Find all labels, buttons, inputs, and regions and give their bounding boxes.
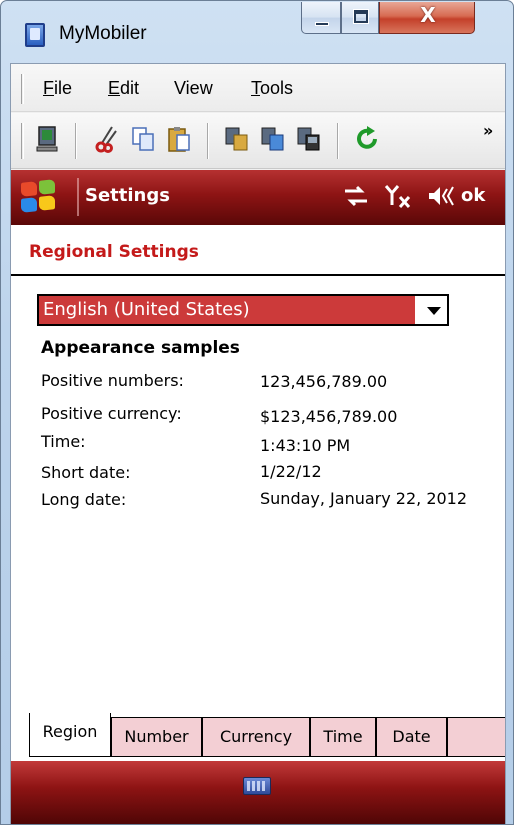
copy-from-device-button[interactable] bbox=[257, 125, 289, 157]
close-icon: X bbox=[420, 3, 436, 27]
maximize-button[interactable] bbox=[341, 2, 379, 34]
tab-number[interactable]: Number bbox=[111, 717, 202, 757]
device-title: Settings bbox=[85, 185, 170, 206]
toolbar-grip[interactable] bbox=[21, 123, 24, 159]
menu-bar: File Edit View Tools bbox=[11, 64, 505, 112]
window-titlebar[interactable]: MyMobiler X bbox=[1, 1, 513, 63]
menu-view[interactable]: View bbox=[174, 78, 213, 99]
softkey-bar bbox=[11, 761, 505, 824]
positive-currency-value: $123,456,789.00 bbox=[260, 407, 398, 426]
chevron-down-icon[interactable] bbox=[427, 307, 441, 315]
client-area: File Edit View Tools » Settings ok Regio… bbox=[10, 63, 506, 824]
long-date-value: Sunday, January 22, 2012 bbox=[260, 489, 468, 508]
speaker-icon bbox=[428, 186, 454, 205]
page-title: Regional Settings bbox=[29, 242, 199, 262]
minimize-button[interactable] bbox=[301, 2, 341, 34]
cut-button[interactable] bbox=[91, 125, 123, 157]
computer-icon bbox=[36, 126, 58, 152]
copy-icon bbox=[132, 127, 154, 151]
time-value: 1:43:10 PM bbox=[260, 436, 351, 455]
windows-start-icon[interactable] bbox=[19, 179, 57, 214]
scissors-icon bbox=[95, 126, 117, 153]
tab-strip-filler bbox=[447, 717, 505, 757]
screenshot-icon bbox=[297, 127, 320, 151]
screenshot-button[interactable] bbox=[293, 125, 325, 157]
tab-currency[interactable]: Currency bbox=[202, 717, 310, 757]
refresh-button[interactable] bbox=[351, 125, 383, 157]
toolbar-separator bbox=[75, 123, 77, 159]
paste-button[interactable] bbox=[163, 125, 195, 157]
menu-edit[interactable]: Edit bbox=[108, 78, 139, 99]
app-icon[interactable] bbox=[25, 23, 45, 47]
app-window: MyMobiler X File Edit View Tools » Setti… bbox=[0, 0, 514, 825]
tab-region[interactable]: Region bbox=[29, 713, 111, 757]
minimize-icon bbox=[315, 22, 329, 26]
menubar-grip[interactable] bbox=[21, 74, 24, 104]
copy-to-device-button[interactable] bbox=[221, 125, 253, 157]
toolbar-overflow-chevron[interactable]: » bbox=[483, 121, 493, 140]
copy-button[interactable] bbox=[127, 125, 159, 157]
close-button[interactable]: X bbox=[379, 2, 475, 34]
copy-from-device-icon bbox=[261, 127, 284, 151]
maximize-icon bbox=[353, 9, 369, 24]
keyboard-icon[interactable] bbox=[243, 777, 271, 795]
positive-numbers-label: Positive numbers: bbox=[41, 371, 184, 390]
device-screen: Settings ok Regional Settings English (U… bbox=[11, 170, 505, 824]
locale-selected-value: English (United States) bbox=[39, 296, 415, 324]
no-signal-icon bbox=[384, 184, 411, 208]
toolbar-separator bbox=[207, 123, 209, 159]
toolbar-separator bbox=[337, 123, 339, 159]
connectivity-icon bbox=[345, 185, 367, 206]
title-divider bbox=[11, 274, 505, 276]
tab-date[interactable]: Date bbox=[376, 717, 447, 757]
caption-buttons: X bbox=[301, 2, 506, 36]
locale-dropdown[interactable]: English (United States) bbox=[37, 294, 449, 326]
title-separator bbox=[77, 178, 79, 216]
window-title: MyMobiler bbox=[59, 23, 147, 44]
wm-title-bar: Settings ok bbox=[11, 170, 505, 225]
short-date-label: Short date: bbox=[41, 463, 131, 482]
refresh-icon bbox=[357, 126, 377, 149]
connect-device-button[interactable] bbox=[31, 125, 63, 157]
toolbar: » bbox=[11, 113, 505, 169]
menu-file[interactable]: File bbox=[43, 78, 72, 99]
positive-currency-label: Positive currency: bbox=[41, 404, 182, 423]
copy-to-device-icon bbox=[225, 127, 248, 151]
positive-numbers-value: 123,456,789.00 bbox=[260, 372, 388, 391]
time-label: Time: bbox=[41, 432, 86, 451]
long-date-label: Long date: bbox=[41, 490, 127, 509]
samples-heading: Appearance samples bbox=[41, 338, 240, 358]
menu-tools[interactable]: Tools bbox=[251, 78, 293, 99]
short-date-value: 1/22/12 bbox=[260, 462, 322, 481]
paste-icon bbox=[168, 127, 190, 152]
ok-button[interactable]: ok bbox=[461, 185, 485, 206]
tab-time[interactable]: Time bbox=[310, 717, 376, 757]
status-icons[interactable] bbox=[343, 182, 457, 209]
